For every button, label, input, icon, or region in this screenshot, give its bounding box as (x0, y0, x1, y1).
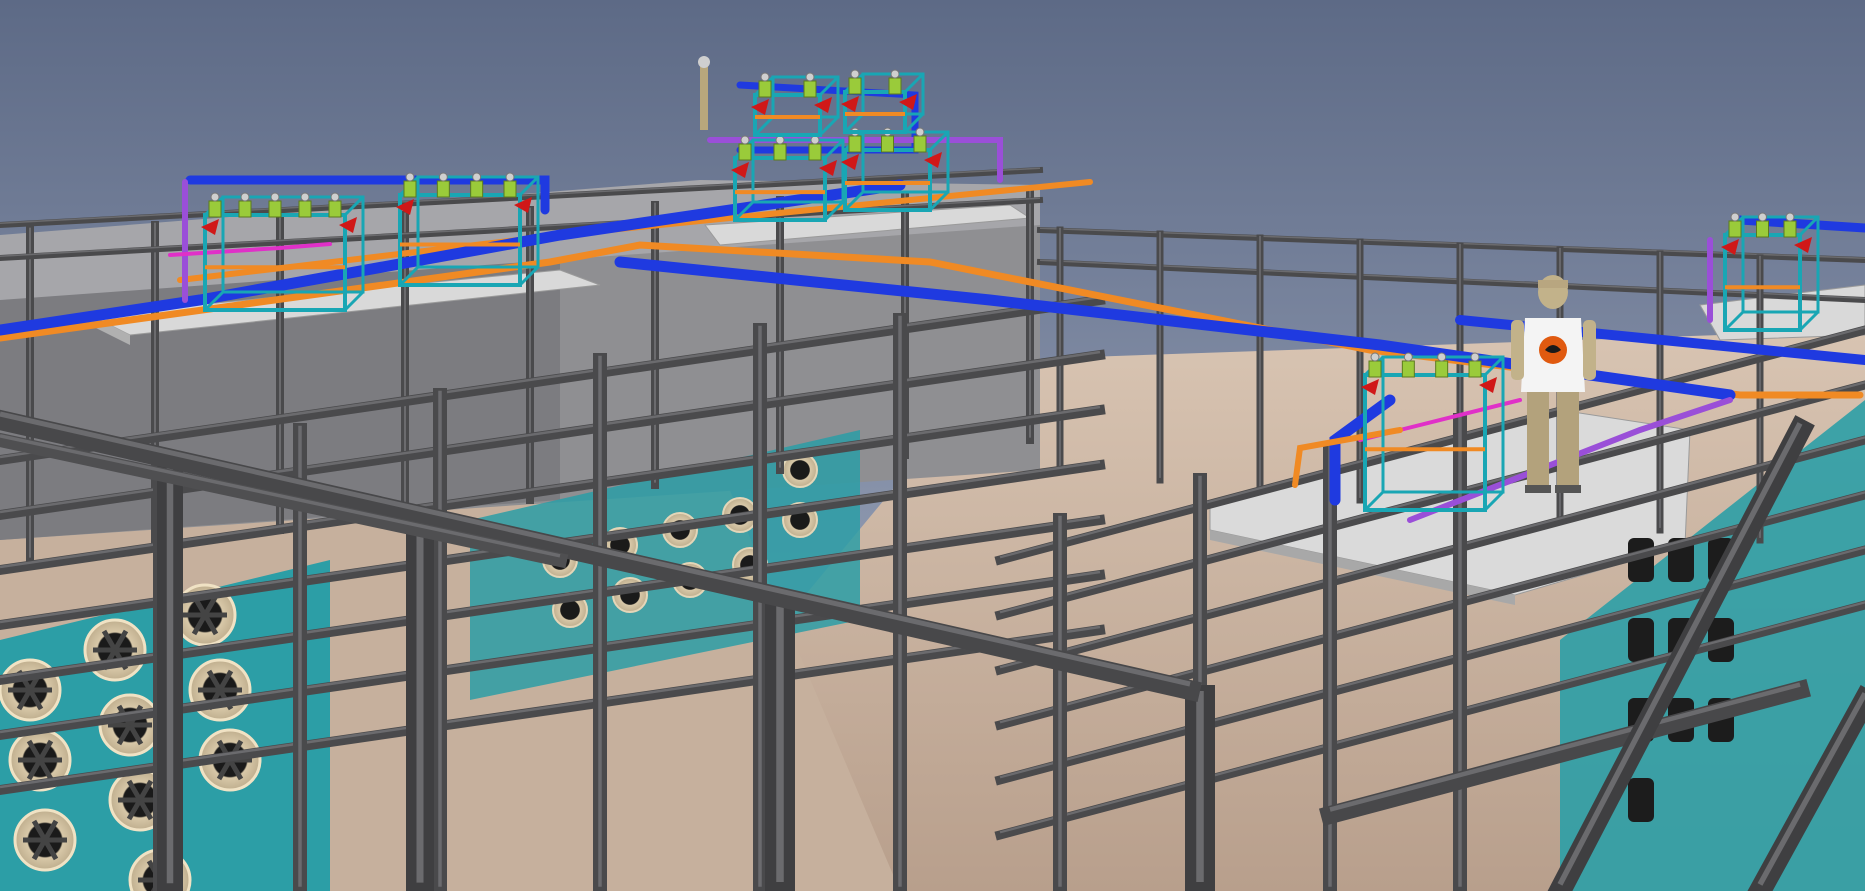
valve-body (403, 180, 417, 198)
pressure-gauge (472, 172, 482, 182)
pressure-gauge (505, 172, 515, 182)
valve-body (328, 200, 342, 218)
pressure-gauge (775, 135, 785, 145)
valve-body (1756, 220, 1769, 238)
valve-body (1728, 220, 1742, 238)
valve-body (738, 143, 752, 161)
valve-body (268, 200, 282, 218)
pressure-gauge (300, 192, 310, 202)
valve-body (803, 80, 817, 98)
pressure-gauge (1370, 352, 1380, 362)
valve-body (913, 135, 927, 153)
pressure-gauge (405, 172, 415, 182)
valve-body (1368, 360, 1382, 378)
valve-body (436, 180, 450, 198)
valve-body (298, 200, 312, 218)
vent-mast-pole (700, 60, 708, 130)
fan-housing (1628, 618, 1654, 662)
pressure-gauge (270, 192, 280, 202)
valve-body (1468, 360, 1482, 378)
pressure-gauge (915, 127, 925, 137)
pressure-gauge (1403, 352, 1413, 362)
pressure-gauge (805, 72, 815, 82)
pressure-gauge (760, 72, 770, 82)
pressure-gauge (810, 135, 820, 145)
valve-body (1401, 360, 1415, 378)
pressure-gauge (890, 69, 900, 79)
pressure-gauge (240, 192, 250, 202)
pressure-gauge (330, 192, 340, 202)
valve-body (1783, 220, 1797, 238)
pressure-gauge (1730, 212, 1740, 222)
pressure-gauge (1785, 212, 1795, 222)
valve-body (808, 143, 822, 161)
valve-body (773, 143, 787, 161)
pressure-gauge (438, 172, 448, 182)
valve-body (758, 80, 772, 98)
pressure-gauge (1437, 352, 1447, 362)
fan-housing (1628, 778, 1654, 822)
valve-body (881, 135, 894, 153)
valve-body (208, 200, 222, 218)
pressure-gauge (1470, 352, 1480, 362)
pressure-gauge (210, 192, 220, 202)
valve-body (503, 180, 517, 198)
pressure-gauge (850, 69, 860, 79)
pressure-gauge (1758, 212, 1767, 222)
valve-body (848, 77, 862, 95)
valve-body (888, 77, 902, 95)
pressure-gauge (740, 135, 750, 145)
plant-model-render (0, 0, 1865, 891)
valve-body (238, 200, 252, 218)
valve-body (848, 135, 862, 153)
valve-body (1435, 360, 1449, 378)
valve-body (470, 180, 484, 198)
vent-mast-cap (698, 56, 710, 68)
3d-model-viewport[interactable] (0, 0, 1865, 891)
